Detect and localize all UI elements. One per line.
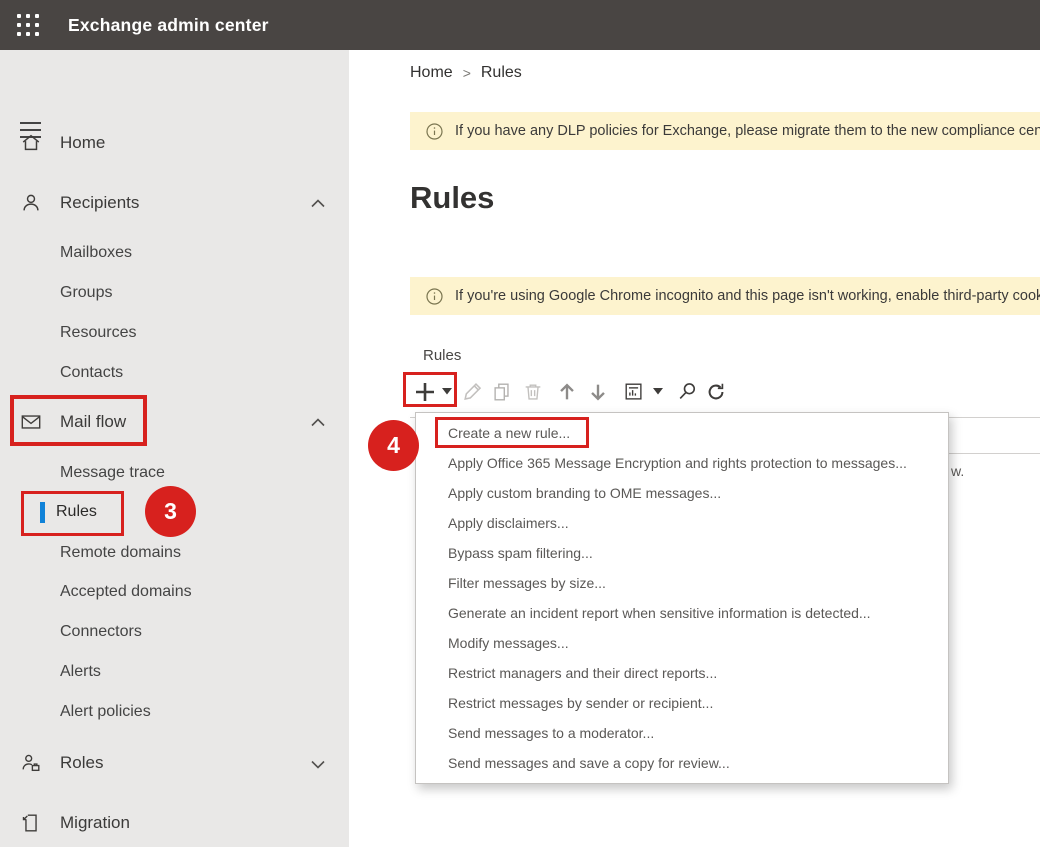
- sidebar-item-label: Recipients: [60, 193, 139, 213]
- dlp-info-banner: If you have any DLP policies for Exchang…: [410, 112, 1040, 150]
- menu-item-incident-report[interactable]: Generate an incident report when sensiti…: [416, 598, 948, 628]
- sidebar-item-rules[interactable]: Rules: [0, 492, 349, 532]
- menu-item-ome-branding[interactable]: Apply custom branding to OME messages...: [416, 478, 948, 508]
- banner-text: If you're using Google Chrome incognito …: [455, 288, 1040, 304]
- refresh-icon: [705, 381, 727, 403]
- breadcrumb: Home > Rules: [410, 64, 522, 82]
- sidebar-item-label: Alert policies: [60, 703, 151, 721]
- copy-rule-button[interactable]: [489, 378, 515, 406]
- migration-document-icon: [20, 812, 42, 834]
- sidebar-item-groups[interactable]: Groups: [0, 273, 349, 313]
- sidebar-item-accepted-domains[interactable]: Accepted domains: [0, 572, 349, 612]
- new-rule-dropdown-menu: Create a new rule... Apply Office 365 Me…: [415, 412, 949, 784]
- sidebar-item-label: Connectors: [60, 623, 142, 641]
- search-icon: [677, 381, 699, 403]
- menu-item-bypass-spam[interactable]: Bypass spam filtering...: [416, 538, 948, 568]
- info-icon: [426, 288, 443, 305]
- menu-item-restrict-managers[interactable]: Restrict managers and their direct repor…: [416, 658, 948, 688]
- sidebar-item-alert-policies[interactable]: Alert policies: [0, 692, 349, 732]
- background-text-fragment: w.: [951, 463, 964, 479]
- sidebar-item-roles[interactable]: Roles: [0, 743, 349, 783]
- sidebar-item-alerts[interactable]: Alerts: [0, 652, 349, 692]
- breadcrumb-home[interactable]: Home: [410, 64, 453, 82]
- chevron-up-icon[interactable]: [310, 415, 326, 431]
- exchange-admin-center-window: Exchange admin center Home Recipients Ma…: [0, 0, 1040, 847]
- trash-icon: [522, 381, 544, 403]
- sidebar-item-message-trace[interactable]: Message trace: [0, 453, 349, 493]
- menu-item-ome-encryption[interactable]: Apply Office 365 Message Encryption and …: [416, 448, 948, 478]
- breadcrumb-separator: >: [463, 65, 471, 81]
- menu-item-save-copy-review[interactable]: Send messages and save a copy for review…: [416, 748, 948, 778]
- caret-down-icon[interactable]: [442, 388, 452, 396]
- chevron-up-icon[interactable]: [310, 196, 326, 212]
- delete-rule-button[interactable]: [520, 378, 546, 406]
- person-icon: [20, 192, 42, 214]
- sidebar-item-label: Alerts: [60, 663, 101, 681]
- menu-item-filter-by-size[interactable]: Filter messages by size...: [416, 568, 948, 598]
- selected-indicator: [40, 502, 45, 523]
- search-button[interactable]: [675, 378, 701, 406]
- home-icon: [20, 132, 42, 154]
- menu-item-create-new-rule[interactable]: Create a new rule...: [416, 418, 948, 448]
- annotation-step-4-badge: 4: [368, 420, 419, 471]
- sidebar-item-label: Home: [60, 133, 105, 153]
- chrome-info-banner: If you're using Google Chrome incognito …: [410, 277, 1040, 315]
- menu-item-modify-messages[interactable]: Modify messages...: [416, 628, 948, 658]
- sidebar-item-home[interactable]: Home: [0, 123, 349, 163]
- sidebar-item-mailboxes[interactable]: Mailboxes: [0, 233, 349, 273]
- menu-item-restrict-sender-recipient[interactable]: Restrict messages by sender or recipient…: [416, 688, 948, 718]
- plus-icon: [413, 380, 437, 404]
- sidebar-item-label: Migration: [60, 813, 130, 833]
- info-icon: [426, 123, 443, 140]
- sidebar-item-label: Roles: [60, 753, 103, 773]
- move-down-button[interactable]: [585, 378, 611, 406]
- menu-item-apply-disclaimers[interactable]: Apply disclaimers...: [416, 508, 948, 538]
- sidebar-item-label: Mail flow: [60, 412, 126, 432]
- report-button[interactable]: [621, 378, 647, 406]
- topbar: Exchange admin center: [0, 0, 1040, 50]
- app-title: Exchange admin center: [68, 15, 269, 36]
- banner-text: If you have any DLP policies for Exchang…: [455, 123, 1040, 139]
- sidebar: Home Recipients Mailboxes Groups Resourc…: [0, 50, 349, 847]
- move-up-button[interactable]: [554, 378, 580, 406]
- arrow-up-icon: [556, 381, 578, 403]
- copy-icon: [491, 381, 513, 403]
- refresh-button[interactable]: [703, 378, 729, 406]
- app-launcher-icon[interactable]: [17, 14, 39, 36]
- report-chart-icon: [623, 381, 645, 403]
- roles-person-icon: [20, 752, 42, 774]
- sidebar-item-label: Contacts: [60, 364, 123, 382]
- sidebar-item-resources[interactable]: Resources: [0, 313, 349, 353]
- sidebar-item-label: Message trace: [60, 464, 165, 482]
- sidebar-item-mail-flow[interactable]: Mail flow: [0, 402, 349, 442]
- sidebar-item-recipients[interactable]: Recipients: [0, 183, 349, 223]
- menu-item-send-to-moderator[interactable]: Send messages to a moderator...: [416, 718, 948, 748]
- chevron-down-icon[interactable]: [310, 756, 326, 772]
- sidebar-item-remote-domains[interactable]: Remote domains: [0, 533, 349, 573]
- sidebar-item-label: Remote domains: [60, 544, 181, 562]
- sidebar-item-label: Mailboxes: [60, 244, 132, 262]
- new-rule-button[interactable]: [412, 378, 438, 406]
- envelope-icon: [20, 411, 42, 433]
- sidebar-item-contacts[interactable]: Contacts: [0, 353, 349, 393]
- breadcrumb-current[interactable]: Rules: [481, 64, 522, 82]
- sidebar-item-label: Rules: [56, 503, 97, 521]
- sidebar-item-label: Groups: [60, 284, 112, 302]
- page-title: Rules: [410, 180, 494, 216]
- rules-list-label: Rules: [423, 347, 461, 364]
- pencil-icon: [463, 381, 485, 403]
- caret-down-icon[interactable]: [653, 388, 663, 396]
- sidebar-item-label: Resources: [60, 324, 136, 342]
- sidebar-item-connectors[interactable]: Connectors: [0, 612, 349, 652]
- arrow-down-icon: [587, 381, 609, 403]
- sidebar-item-migration[interactable]: Migration: [0, 803, 349, 843]
- edit-rule-button[interactable]: [461, 378, 487, 406]
- sidebar-item-label: Accepted domains: [60, 583, 192, 601]
